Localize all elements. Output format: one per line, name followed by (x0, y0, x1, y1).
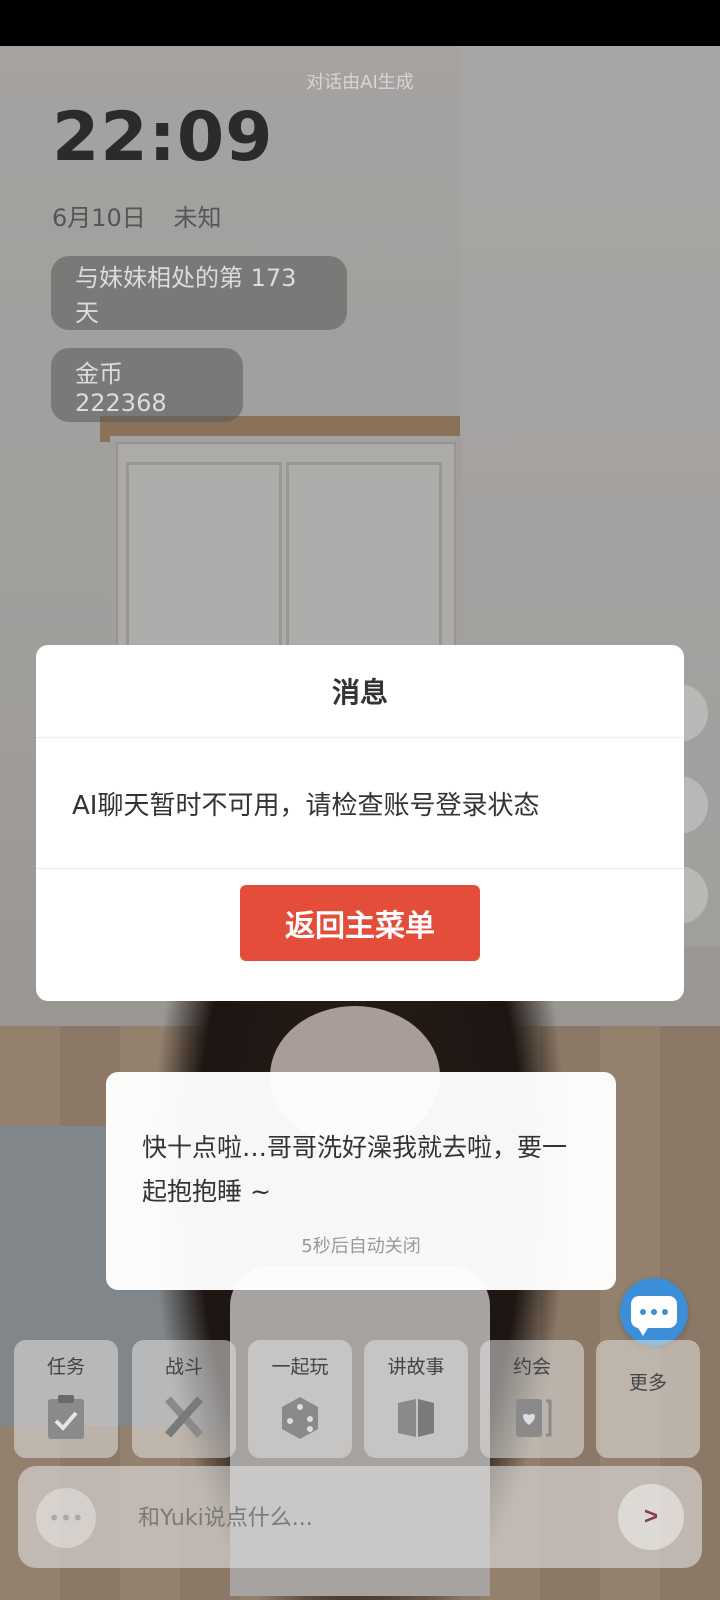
return-main-menu-button[interactable]: 返回主菜单 (240, 885, 480, 961)
weather-text: 未知 (173, 204, 222, 232)
coins-text: 金币 222368 (75, 359, 167, 417)
dots-icon: ••• (48, 1506, 84, 1530)
message-dialog: 消息 AI聊天暂时不可用，请检查账号登录状态 返回主菜单 (36, 645, 684, 1001)
voice-input-button[interactable]: ••• (36, 1488, 96, 1548)
action-label: 约会 (512, 1356, 551, 1378)
chat-input-bar: ••• > (18, 1466, 702, 1568)
days-together-text: 与妹妹相处的第 173 天 (75, 264, 297, 327)
action-label: 一起玩 (271, 1356, 329, 1378)
date-text: 6月10日 (52, 204, 146, 232)
chat-input[interactable] (136, 1494, 620, 1542)
dialog-title: 消息 (36, 645, 684, 738)
toast-timer: 5秒后自动关闭 (301, 1236, 421, 1257)
action-storytelling[interactable]: 讲故事 (364, 1340, 468, 1458)
action-label: 战斗 (164, 1356, 203, 1378)
open-book-icon (398, 1399, 434, 1437)
date-row: 6月10日 未知 (52, 198, 241, 233)
action-bar: 任务 战斗 一起玩 讲故事 约会 更多 (14, 1340, 710, 1458)
toast-message: 快十点啦…哥哥洗好澡我就去啦，要一起抱抱睡 ~ (142, 1133, 568, 1206)
dialog-message: AI聊天暂时不可用，请检查账号登录状态 (36, 738, 684, 869)
dice-icon (282, 1397, 318, 1439)
crossed-swords-icon (165, 1396, 203, 1438)
status-bar (0, 0, 720, 46)
character-message-toast: 快十点啦…哥哥洗好澡我就去啦，要一起抱抱睡 ~ 5秒后自动关闭 (106, 1072, 616, 1290)
clipboard-check-icon (48, 1395, 84, 1439)
heart-card-icon (516, 1399, 552, 1437)
coins-badge: 金币 222368 (51, 348, 243, 422)
action-label: 讲故事 (387, 1356, 445, 1378)
clock-time: 22:09 (52, 98, 274, 177)
action-tasks[interactable]: 任务 (14, 1340, 118, 1458)
chat-bubble-icon (631, 1296, 677, 1336)
action-battle[interactable]: 战斗 (132, 1340, 236, 1458)
action-date[interactable]: 约会 (480, 1340, 584, 1458)
action-label: 任务 (46, 1356, 85, 1378)
ai-generated-note: 对话由AI生成 (306, 72, 414, 93)
chat-button[interactable] (620, 1278, 688, 1346)
send-button[interactable]: > (618, 1484, 684, 1550)
action-play-together[interactable]: 一起玩 (248, 1340, 352, 1458)
action-more[interactable]: 更多 (596, 1340, 700, 1458)
days-together-badge: 与妹妹相处的第 173 天 (51, 256, 347, 330)
action-label: 更多 (628, 1372, 667, 1394)
